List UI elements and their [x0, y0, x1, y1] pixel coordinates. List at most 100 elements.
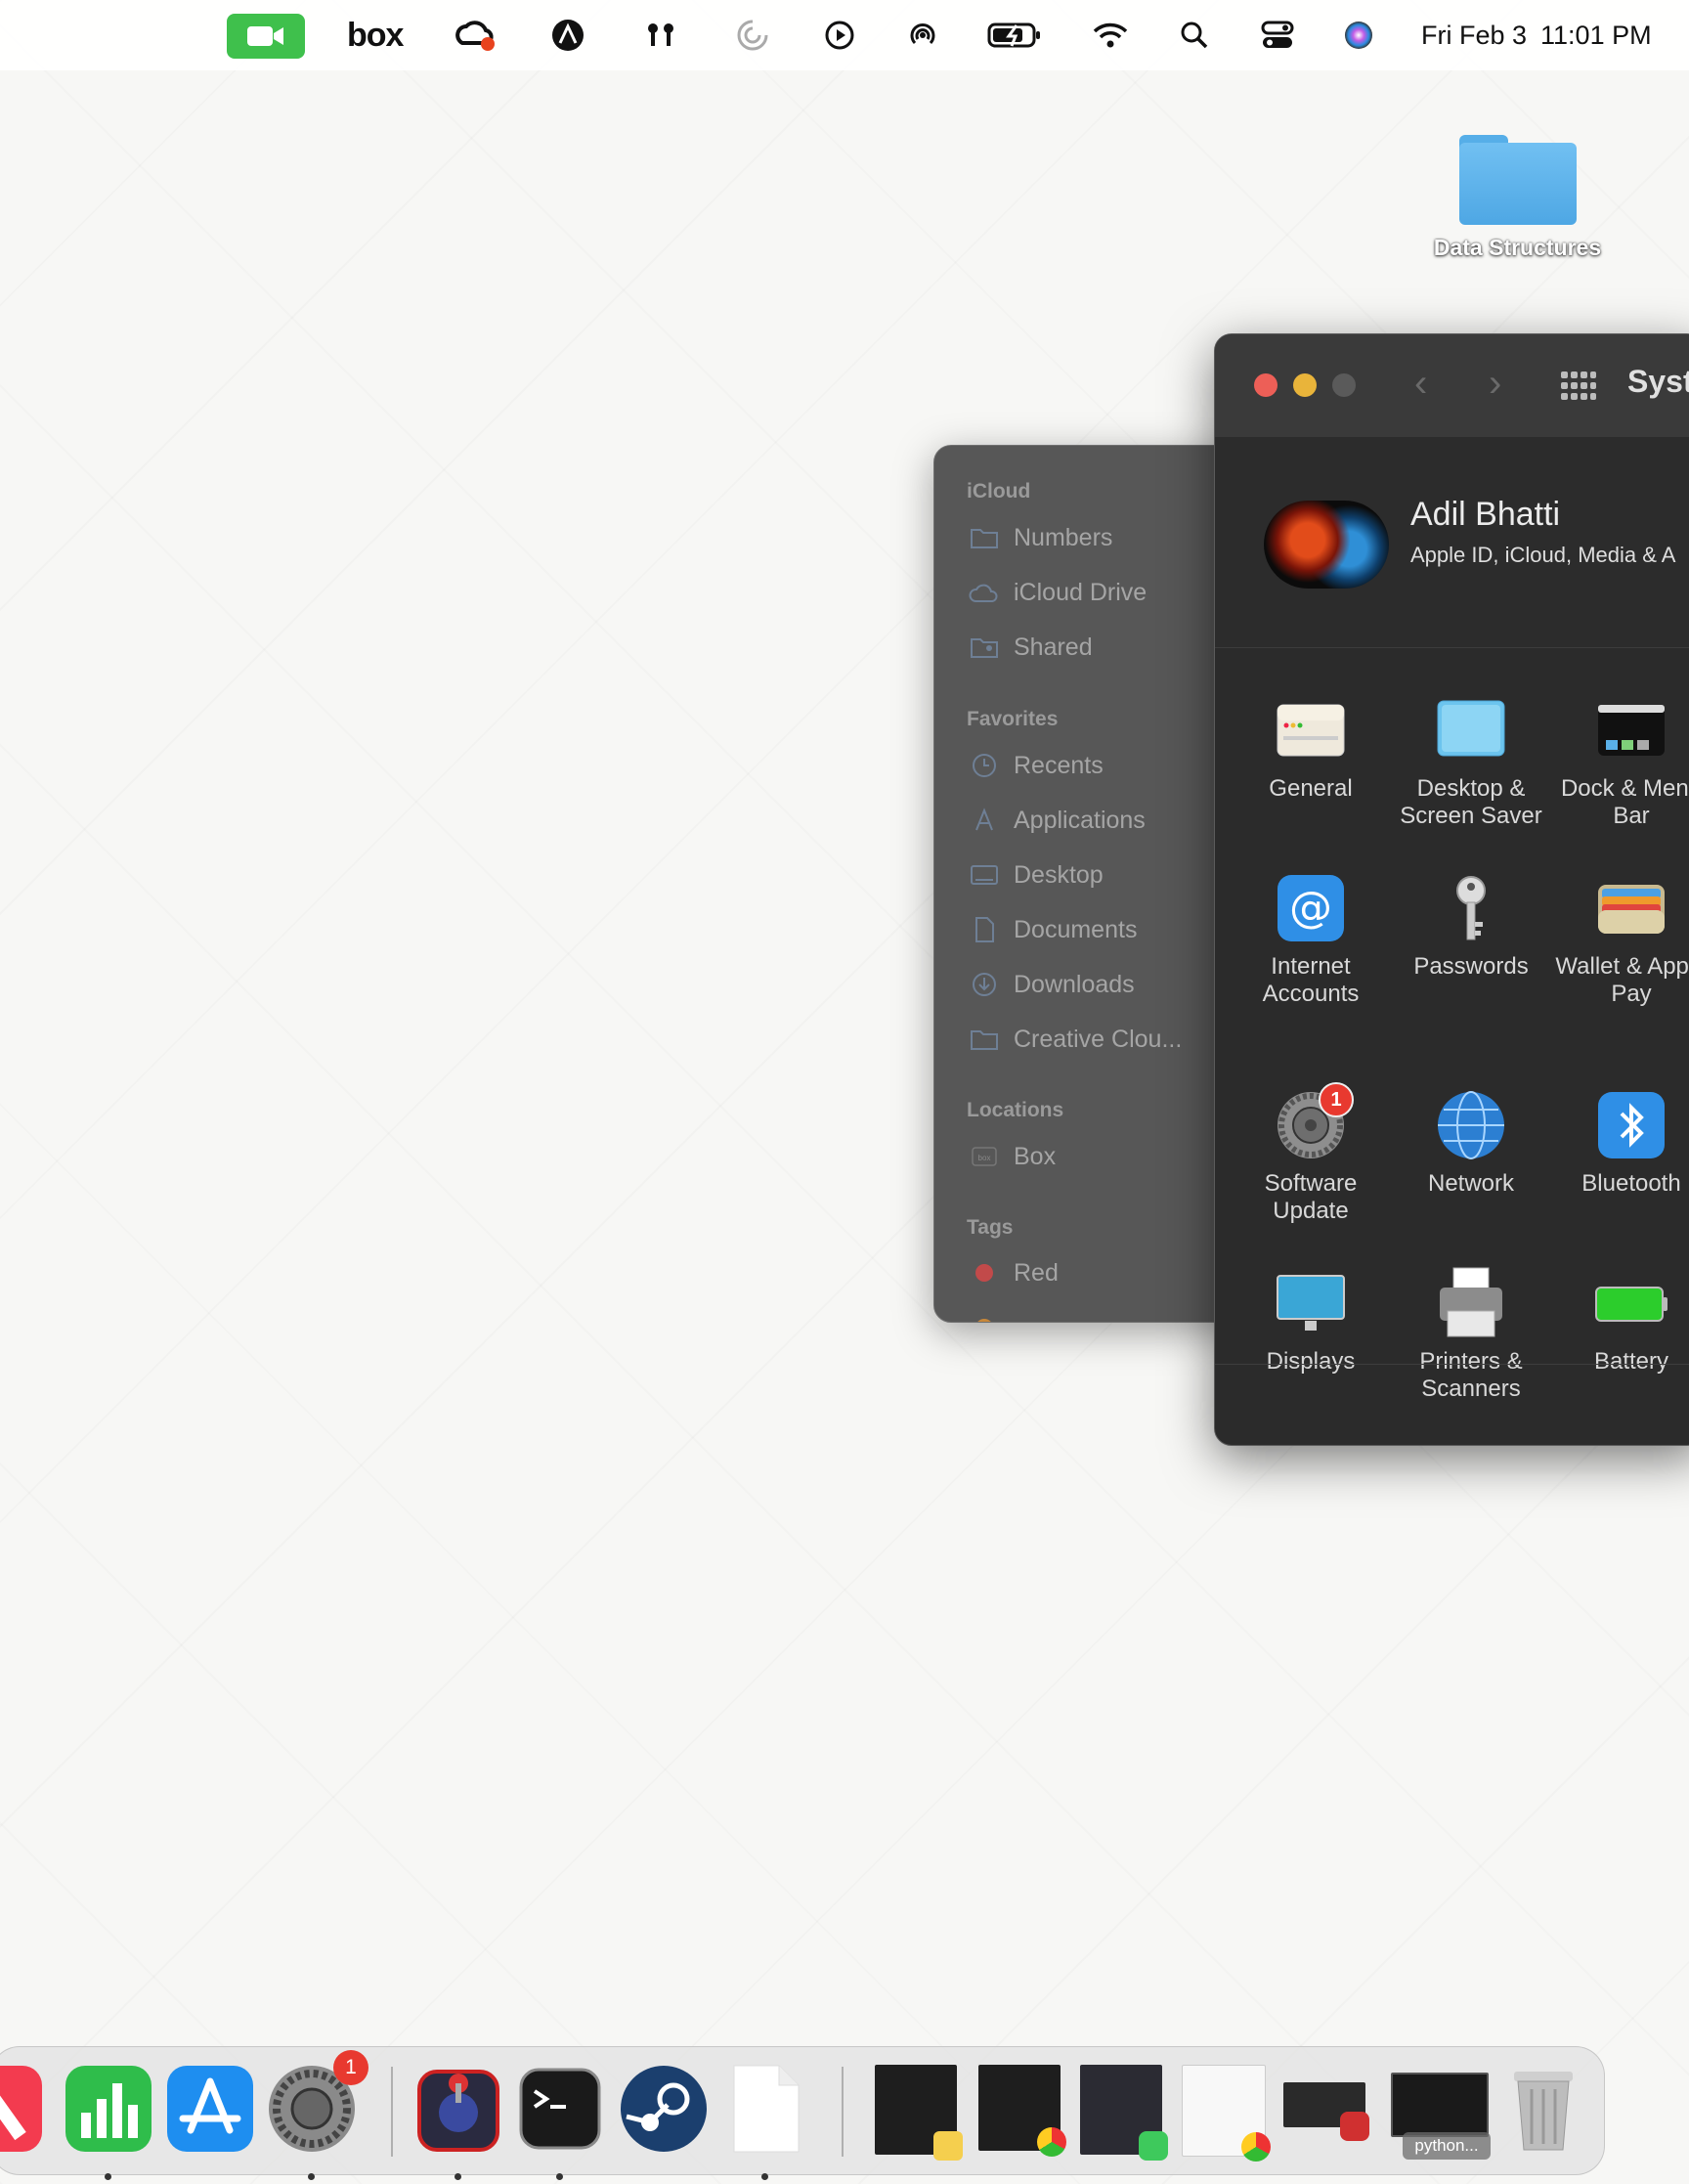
sidebar-section-tags: Tags [967, 1216, 1014, 1239]
dock-divider [842, 2067, 844, 2157]
notification-badge: 1 [1319, 1082, 1354, 1117]
desktop-folder[interactable]: Data Structures [1422, 127, 1613, 261]
focus-icon[interactable] [731, 14, 774, 57]
creative-cloud-icon[interactable] [455, 14, 498, 57]
photo-booth-icon [1340, 2112, 1369, 2141]
folder-icon [969, 522, 1000, 553]
sidebar-item-creative-cloud[interactable]: Creative Clou... [969, 1020, 1182, 1059]
battery-icon[interactable] [985, 14, 1044, 57]
window-title: Syst [1627, 364, 1689, 399]
control-center-icon[interactable] [1256, 14, 1299, 57]
avatar [1264, 501, 1389, 589]
show-all-grid-icon[interactable] [1561, 371, 1596, 401]
pref-internet-accounts[interactable]: @ Internet Accounts [1231, 871, 1391, 1008]
chrome-window-2[interactable] [1182, 2065, 1271, 2162]
clock-time: 11:01 PM [1540, 20, 1652, 50]
pref-label: Battery [1593, 1348, 1669, 1375]
search-icon[interactable] [1173, 14, 1216, 57]
pref-label: General [1269, 775, 1353, 802]
pref-battery[interactable]: Battery [1551, 1266, 1689, 1376]
terminal-icon[interactable] [513, 2062, 607, 2180]
sidebar-item-shared[interactable]: Shared [969, 628, 1093, 667]
pref-dock-menu-bar[interactable]: Dock & Menu Bar [1551, 693, 1689, 830]
download-icon [969, 969, 1000, 1000]
pref-label: Desktop & Screen Saver [1400, 775, 1542, 829]
airpods-icon[interactable] [639, 14, 682, 57]
pref-desktop-screen-saver[interactable]: Desktop & Screen Saver [1391, 693, 1551, 830]
trash-icon[interactable] [1496, 2062, 1590, 2156]
photo-booth-window[interactable] [1283, 2082, 1369, 2141]
sidebar-item-tag-partial[interactable] [969, 1308, 1014, 1322]
wallet-icon [1594, 871, 1668, 945]
notes-window[interactable] [875, 2065, 963, 2161]
astro-icon[interactable] [546, 14, 589, 57]
sidebar-item-documents[interactable]: Documents [969, 910, 1137, 949]
display-icon [1274, 1266, 1348, 1340]
pref-bluetooth[interactable]: Bluetooth [1551, 1088, 1689, 1198]
pref-displays[interactable]: Displays [1231, 1266, 1391, 1376]
close-button[interactable] [1254, 373, 1278, 397]
system-preferences-icon[interactable]: 1 [265, 2050, 368, 2180]
sidebar-item-desktop[interactable]: Desktop [969, 855, 1104, 895]
pref-general[interactable]: General [1231, 693, 1391, 803]
sidebar-item-recents[interactable]: Recents [969, 746, 1104, 785]
pref-network[interactable]: Network [1391, 1088, 1551, 1198]
pref-label: Printers & Scanners [1419, 1348, 1523, 1402]
sidebar-item-box[interactable]: box Box [969, 1137, 1056, 1176]
sidebar-item-icloud-drive[interactable]: iCloud Drive [969, 573, 1147, 612]
back-chevron-icon[interactable]: ‹ [1414, 362, 1427, 406]
box-icon[interactable]: box [347, 14, 404, 57]
menu-clock[interactable]: Fri Feb 3 11:01 PM [1421, 14, 1666, 57]
sidebar-item-numbers[interactable]: Numbers [969, 518, 1112, 557]
box-drive-icon: box [969, 1141, 1000, 1172]
bluetooth-icon [1594, 1088, 1668, 1162]
pref-software-update[interactable]: 1 Software Update [1231, 1082, 1391, 1225]
finder-window: iCloud Numbers iCloud Drive Shared Favor… [933, 445, 1248, 1323]
folder-icon [969, 1024, 1000, 1055]
messages-window[interactable] [1080, 2065, 1168, 2161]
clipboard-app-icon[interactable] [411, 2062, 505, 2180]
at-icon: @ [1274, 871, 1348, 945]
airdrop-icon[interactable] [901, 14, 944, 57]
sidebar-section-favorites: Favorites [967, 708, 1059, 730]
pref-label: Network [1427, 1170, 1515, 1197]
chrome-icon [1241, 2132, 1271, 2162]
wifi-icon[interactable] [1089, 14, 1132, 57]
red-tag-icon [969, 1257, 1000, 1289]
key-icon [1434, 871, 1508, 945]
document-icon[interactable] [718, 2062, 812, 2180]
forward-chevron-icon[interactable]: › [1489, 362, 1501, 406]
cloud-icon [969, 577, 1000, 608]
sidebar-item-applications[interactable]: Applications [969, 801, 1146, 840]
desktop-screensaver-icon [1434, 693, 1508, 767]
sidebar-item-tag-red[interactable]: Red [969, 1253, 1059, 1292]
sidebar-item-downloads[interactable]: Downloads [969, 965, 1135, 1004]
messages-icon [1139, 2131, 1168, 2161]
sidebar-item-label: Creative Clou... [1014, 1025, 1183, 1053]
pref-label: Wallet & Apple Pay [1555, 953, 1689, 1007]
app-store-icon[interactable] [163, 2062, 257, 2156]
menu-bar: box Fri Feb 3 11:01 PM [0, 0, 1689, 70]
gear-icon: 1 [1274, 1082, 1354, 1162]
steam-icon[interactable] [617, 2062, 711, 2156]
pref-label: Internet Accounts [1262, 953, 1360, 1007]
sidebar-section-icloud: iCloud [967, 480, 1031, 502]
pref-passwords[interactable]: Passwords [1391, 871, 1551, 981]
sidebar-section-locations: Locations [967, 1099, 1064, 1121]
zoom-button[interactable] [1332, 373, 1356, 397]
chrome-window[interactable] [978, 2065, 1066, 2157]
shared-folder-icon [969, 632, 1000, 663]
numbers-icon[interactable] [62, 2062, 155, 2180]
play-icon[interactable] [818, 14, 861, 57]
news-icon[interactable] [0, 2062, 46, 2156]
notification-badge: 1 [333, 2050, 368, 2085]
pref-printers-scanners[interactable]: Printers & Scanners [1391, 1266, 1551, 1403]
facetime-icon[interactable] [227, 14, 305, 59]
minimize-button[interactable] [1293, 373, 1317, 397]
apple-id-banner[interactable]: Adil Bhatti Apple ID, iCloud, Media & A [1215, 437, 1689, 648]
python-window[interactable] [1391, 2073, 1489, 2137]
siri-icon[interactable] [1337, 14, 1380, 57]
pref-wallet-apple-pay[interactable]: Wallet & Apple Pay [1551, 871, 1689, 1008]
pref-label: Displays [1266, 1348, 1356, 1375]
dock-menubar-icon [1594, 693, 1668, 767]
